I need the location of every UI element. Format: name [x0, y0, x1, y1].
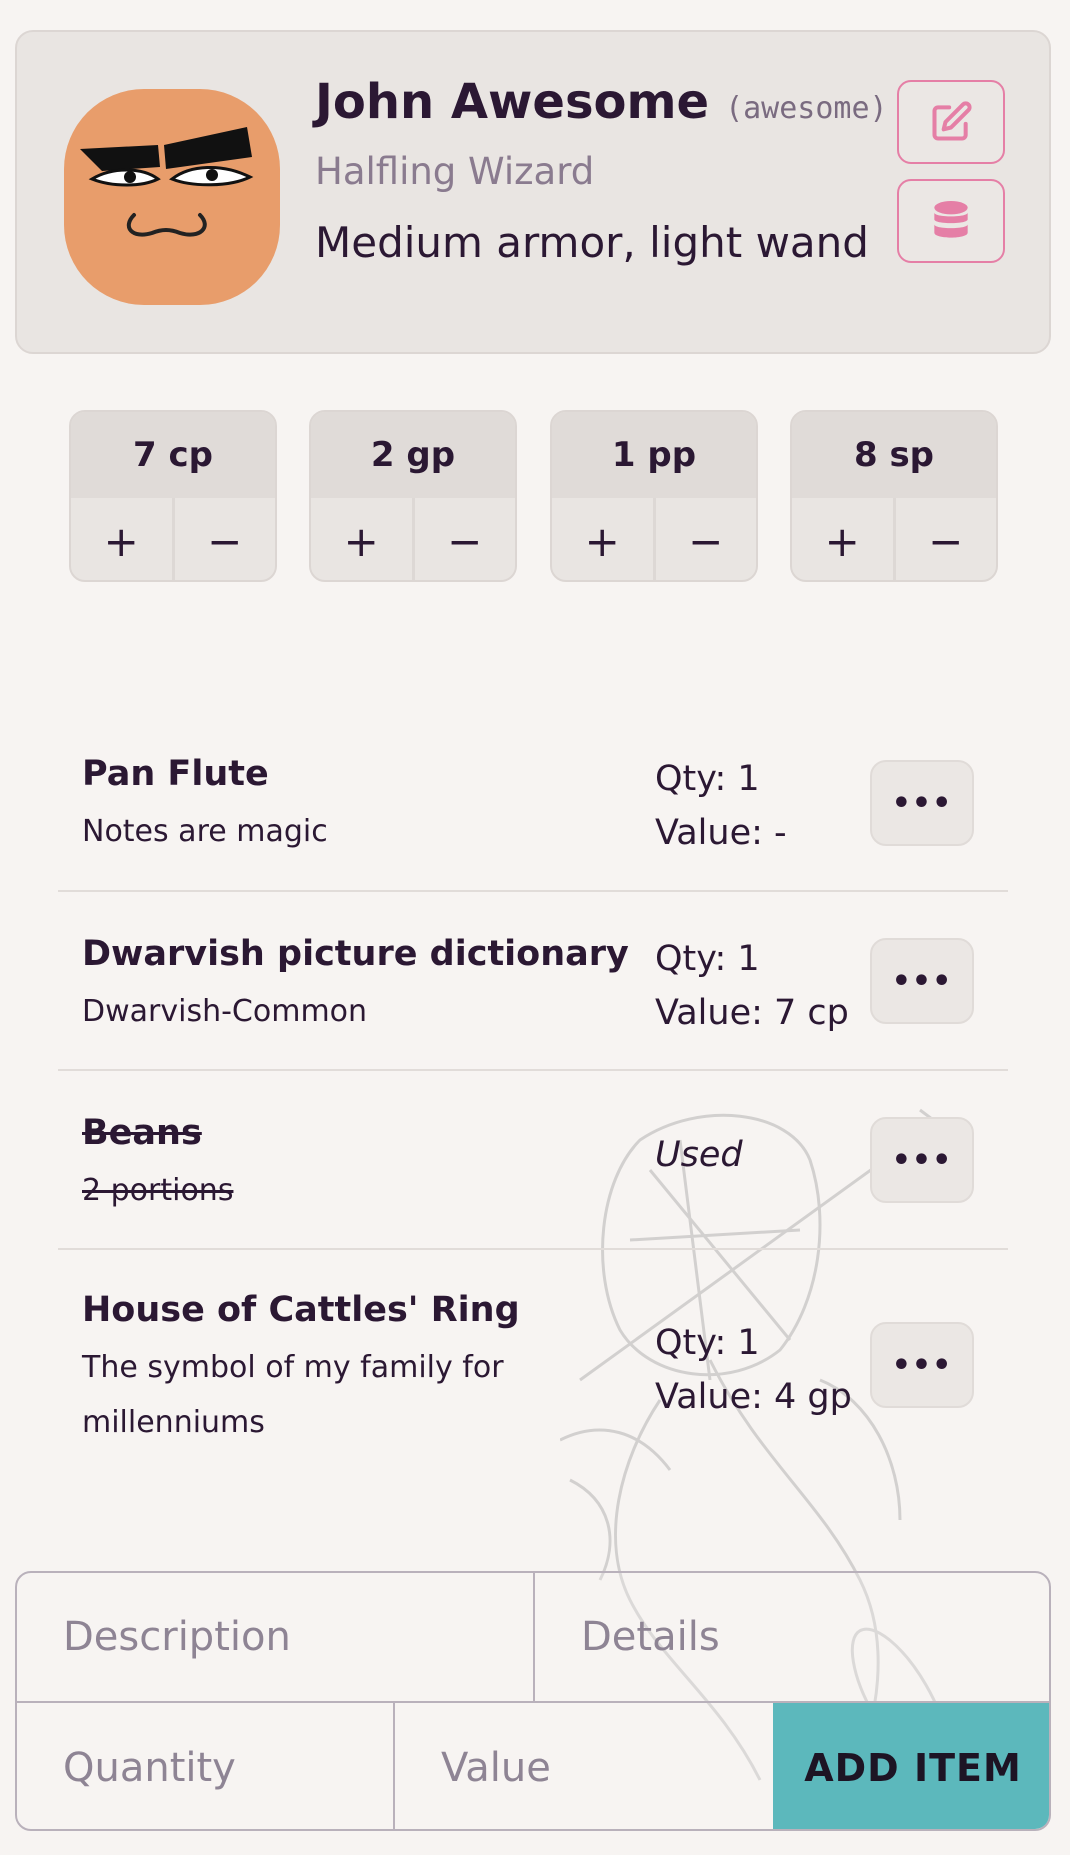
- item-note: The symbol of my family for millenniums: [82, 1350, 504, 1440]
- coin-increment-button[interactable]: +: [311, 498, 412, 580]
- coin-counter-sp: 8 sp + −: [790, 410, 998, 582]
- coin-decrement-button[interactable]: −: [652, 498, 757, 580]
- coin-counter-cp: 7 cp + −: [69, 410, 277, 582]
- item-quantity: Qty: 1: [655, 1323, 760, 1363]
- add-item-form: Description Details Quantity Value ADD I…: [15, 1571, 1051, 1831]
- database-button[interactable]: [897, 179, 1005, 263]
- item-more-button[interactable]: •••: [870, 1117, 974, 1203]
- coin-decrement-button[interactable]: −: [892, 498, 997, 580]
- coin-label: 8 sp: [792, 412, 996, 498]
- list-item: Beans 2 portions Used •••: [58, 1071, 1008, 1250]
- add-item-button[interactable]: ADD ITEM: [773, 1703, 1049, 1829]
- coin-decrement-button[interactable]: −: [171, 498, 276, 580]
- item-more-button[interactable]: •••: [870, 938, 974, 1024]
- coin-counter-gp: 2 gp + −: [309, 410, 517, 582]
- character-name: John Awesome: [315, 74, 710, 130]
- character-card: John Awesome (awesome) Halfling Wizard M…: [15, 30, 1051, 354]
- item-name: House of Cattles' Ring: [82, 1290, 520, 1330]
- item-name: Beans: [82, 1113, 202, 1153]
- item-note: Notes are magic: [82, 814, 328, 849]
- value-input[interactable]: Value: [395, 1703, 773, 1829]
- item-more-button[interactable]: •••: [870, 760, 974, 846]
- coin-label: 1 pp: [552, 412, 756, 498]
- item-note: Dwarvish-Common: [82, 994, 368, 1029]
- coin-increment-button[interactable]: +: [552, 498, 653, 580]
- name-row: John Awesome (awesome): [315, 74, 888, 130]
- item-status: Used: [655, 1135, 743, 1175]
- avatar: [64, 89, 280, 305]
- item-note: 2 portions: [82, 1173, 234, 1208]
- character-description: Medium armor, light wand: [315, 218, 869, 267]
- coin-increment-button[interactable]: +: [792, 498, 893, 580]
- coin-increment-button[interactable]: +: [71, 498, 172, 580]
- list-item: Pan Flute Notes are magic Qty: 1 Value: …: [58, 732, 1008, 892]
- coin-label: 7 cp: [71, 412, 275, 498]
- item-name: Pan Flute: [82, 754, 269, 794]
- quantity-input[interactable]: Quantity: [17, 1703, 395, 1829]
- database-icon: [934, 201, 968, 238]
- edit-icon: [932, 101, 972, 141]
- character-class: Halfling Wizard: [315, 150, 595, 193]
- item-value: Value: -: [655, 813, 787, 853]
- coin-counter-pp: 1 pp + −: [550, 410, 758, 582]
- edit-button[interactable]: [897, 80, 1005, 164]
- item-more-button[interactable]: •••: [870, 1322, 974, 1408]
- list-item: Dwarvish picture dictionary Dwarvish-Com…: [58, 892, 1008, 1071]
- character-handle: (awesome): [725, 91, 888, 126]
- list-item: House of Cattles' Ring The symbol of my …: [58, 1250, 1008, 1480]
- details-input[interactable]: Details: [535, 1573, 1049, 1703]
- item-quantity: Qty: 1: [655, 759, 760, 799]
- coin-label: 2 gp: [311, 412, 515, 498]
- item-quantity: Qty: 1: [655, 939, 760, 979]
- description-input[interactable]: Description: [17, 1573, 535, 1703]
- item-name: Dwarvish picture dictionary: [82, 934, 629, 974]
- item-value: Value: 4 gp: [655, 1377, 852, 1417]
- coin-decrement-button[interactable]: −: [411, 498, 516, 580]
- item-value: Value: 7 cp: [655, 993, 849, 1033]
